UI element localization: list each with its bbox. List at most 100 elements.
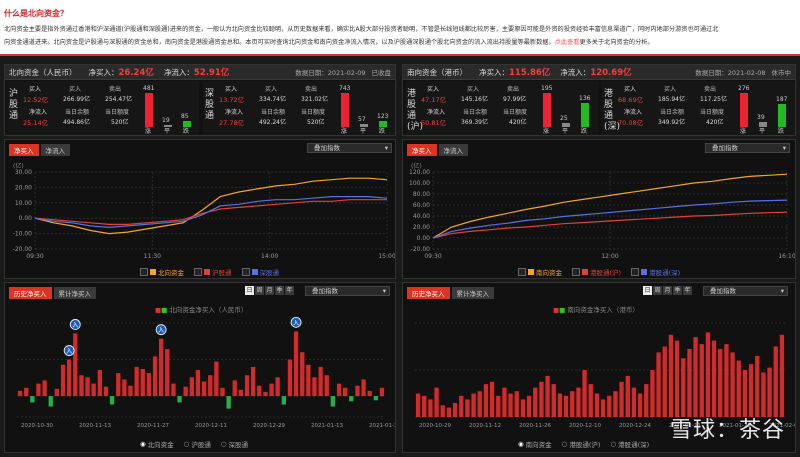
- range-year[interactable]: 年: [285, 286, 294, 295]
- bar: [477, 391, 482, 417]
- sgt-up-bar: [341, 93, 349, 127]
- bar: [159, 338, 164, 397]
- bar: [165, 349, 170, 397]
- south-hist-series-legend: ◉ 南向资金 ○ 港股通(沪) ○ 港股通(深): [518, 439, 649, 449]
- overlay-index-select-hist[interactable]: 叠加指数: [305, 286, 390, 296]
- range-week-south[interactable]: 周: [653, 286, 662, 295]
- bar: [60, 364, 66, 397]
- bar: [576, 387, 581, 417]
- range-week[interactable]: 周: [255, 286, 264, 295]
- sgt-sell: 321.02亿: [301, 96, 328, 103]
- north-history-panel: 历史净买入 累计净买入 日周月季年 叠加指数 ■■ 北向资金净买入（人民币） 2…: [4, 282, 396, 453]
- bar: [244, 375, 250, 397]
- range-year-south[interactable]: 年: [683, 286, 692, 295]
- tab-cum-net-buy[interactable]: 累计净买入: [53, 287, 96, 299]
- south-net-inflow: 120.69亿: [590, 68, 632, 78]
- x-tick-label: 2020-11-12: [469, 423, 501, 429]
- north-history-tabs: 历史净买入 累计净买入: [9, 287, 98, 299]
- radio-sgt: ○ 深股通: [220, 440, 249, 449]
- range-quarter[interactable]: 季: [275, 286, 284, 295]
- hksh-up-bar: [543, 93, 551, 127]
- bar: [724, 344, 729, 417]
- tab-hist-net-buy[interactable]: 历史净买入: [9, 287, 52, 299]
- range-month-south[interactable]: 月: [663, 286, 672, 295]
- legend-hgt: 沪股通: [194, 267, 232, 277]
- bar: [452, 402, 458, 417]
- bar: [208, 375, 213, 397]
- bar: [637, 393, 643, 417]
- hgt-inflow-label: 净流入: [29, 109, 48, 116]
- overlay-index-select[interactable]: 叠加指数: [307, 143, 392, 153]
- hgt-flat-count: 19: [162, 117, 170, 124]
- bar: [644, 384, 649, 417]
- hksz-down-label: 跌: [778, 128, 785, 135]
- bar: [79, 375, 84, 397]
- hksh-down-label: 跌: [581, 128, 588, 135]
- sgt-block: 深股通 买入 13.72亿 净流入 27.78亿 买入 334.74亿 当日余额 492.24亿…: [203, 81, 395, 135]
- hksh-balance-label: 当日余额: [463, 109, 488, 116]
- range-month[interactable]: 月: [265, 286, 274, 295]
- hgt-up-count: 481: [143, 85, 155, 92]
- tab-hist-net-buy-south[interactable]: 历史净买入: [407, 287, 450, 299]
- bar: [343, 387, 348, 397]
- y-tick-label: 40.00: [413, 213, 430, 220]
- x-tick-label: 11:30: [144, 253, 161, 260]
- bar: [48, 396, 53, 407]
- bar: [594, 393, 600, 417]
- bar: [674, 340, 680, 417]
- hgt-buy-col-label: 买入: [69, 86, 82, 93]
- bar: [539, 381, 544, 418]
- range-day[interactable]: 日: [245, 286, 254, 295]
- north-summary-panel: 北向资金（人民币） 净买入： 26.24亿 净流入： 52.91亿 数据日期：202…: [4, 64, 396, 136]
- y-tick-label: 100.00: [409, 180, 430, 187]
- bar: [293, 331, 299, 397]
- radio-hksh: ○ 港股通(沪): [561, 440, 601, 449]
- bar: [134, 366, 139, 397]
- bar: [755, 355, 760, 417]
- sgt-quota-label: 当日额度: [301, 109, 326, 116]
- range-quarter-south[interactable]: 季: [673, 286, 682, 295]
- bar: [545, 375, 550, 417]
- overlay-index-select-hist-south[interactable]: 叠加指数: [703, 286, 788, 296]
- x-tick-label: 2020-12-10: [569, 423, 601, 429]
- south-date: 数据日期：2021-02-08: [695, 69, 766, 77]
- x-tick-label: 2020-12-29: [253, 423, 285, 429]
- bar: [489, 381, 495, 418]
- south-summary-header: 南向资金（港币） 净买入： 115.86亿 净流入： 120.69亿 数据日期：20…: [403, 65, 795, 80]
- bar: [563, 395, 569, 417]
- bar: [446, 407, 452, 417]
- hksz-quota: 420亿: [706, 119, 724, 126]
- north-intraday-panel: 净买入 净流入 叠加指数 (亿)30.0020.0010.000.00-10.0…: [4, 139, 396, 279]
- bar: [140, 369, 145, 397]
- legend-south: 南向资金: [518, 267, 562, 277]
- bar: [195, 370, 201, 397]
- intro-link[interactable]: 点此查看: [555, 39, 580, 46]
- intro-box: 什么是北向资金？ 北向资金主要是指外资通过香港和沪深通道(沪股通和深股通)进来的…: [0, 0, 800, 56]
- hksz-name: 港股通(深): [604, 89, 621, 132]
- intro-body: 北向资金主要是指外资通过香港和沪深通道(沪股通和深股通)进来的资金，一般认为北向…: [4, 23, 796, 49]
- hksz-down-count: 187: [776, 95, 788, 103]
- bar: [73, 333, 78, 397]
- hksh-up-label: 涨: [543, 128, 550, 135]
- hksh-inflow-label: 净流入: [427, 109, 446, 116]
- north-net-inflow: 52.91亿: [193, 68, 230, 78]
- bar: [508, 393, 513, 417]
- bar: [214, 361, 219, 397]
- x-tick-label: 2021-01-13: [311, 423, 343, 429]
- x-tick-label: 2020-10-30: [21, 423, 53, 429]
- hgt-net-buy: 12.52亿: [23, 96, 49, 104]
- sgt-balance: 492.24亿: [259, 119, 286, 126]
- hksz-flat-label: 平: [759, 128, 766, 135]
- tab-cum-net-buy-south[interactable]: 累计净买入: [451, 287, 494, 299]
- range-day-south[interactable]: 日: [643, 286, 652, 295]
- y-tick-label: 0.00: [19, 215, 33, 222]
- y-tick-label: -20.00: [13, 246, 33, 253]
- north-net-buy: 26.24亿: [118, 68, 154, 78]
- sgt-up-label: 涨: [341, 128, 348, 135]
- hksh-net-buy: 47.17亿: [421, 96, 447, 104]
- y-tick-label: 20.00: [15, 184, 32, 191]
- bar: [570, 391, 575, 417]
- hgt-sell-label: 卖出: [109, 86, 122, 93]
- overlay-index-select-south[interactable]: 叠加指数: [705, 143, 790, 153]
- bar: [465, 399, 470, 417]
